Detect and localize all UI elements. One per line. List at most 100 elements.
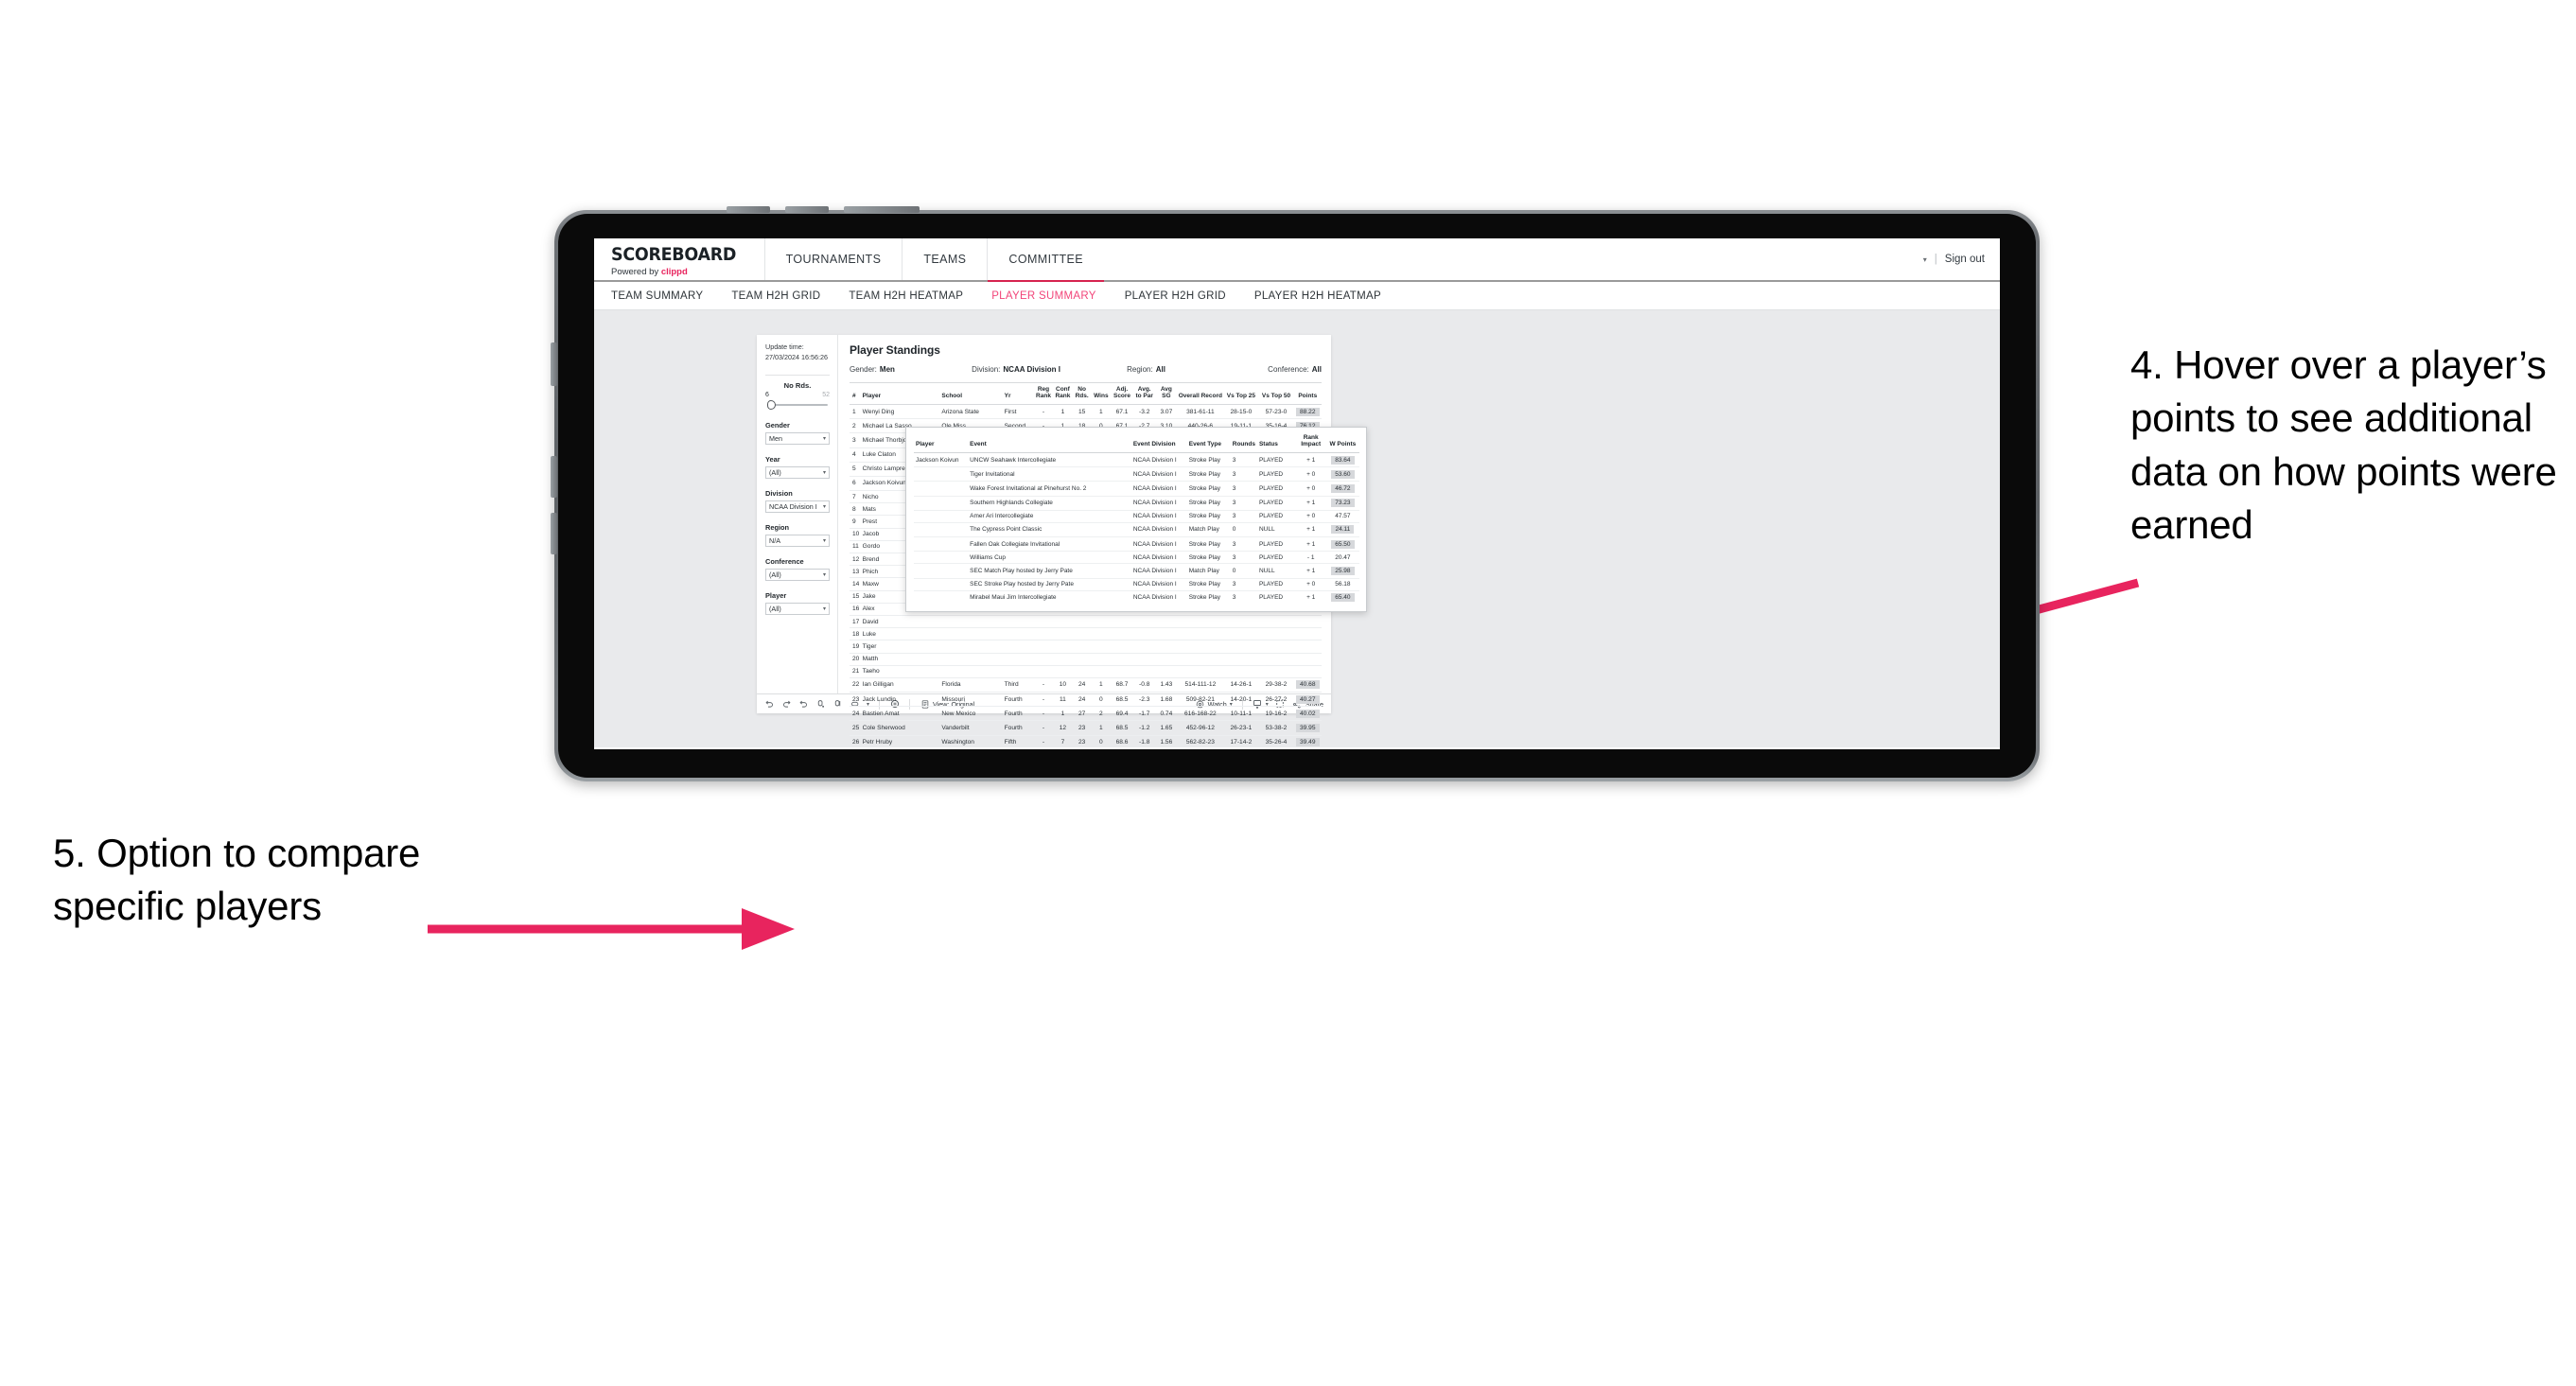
no-rounds-max: 52: [822, 391, 830, 398]
brand-logo[interactable]: SCOREBOARD Powered by clippd: [594, 238, 764, 280]
tt-col-rank-impact: Rank Impact: [1295, 433, 1326, 453]
col-avg-to-par[interactable]: Avg. to Par: [1133, 383, 1156, 405]
points-value[interactable]: 40.02: [1296, 709, 1320, 718]
table-row[interactable]: 21 Taeho: [850, 665, 1322, 678]
sign-out-link[interactable]: Sign out: [1945, 254, 1985, 265]
undo-icon[interactable]: [764, 699, 775, 710]
table-row[interactable]: 1 Wenyi Ding Arizona State First -1 15 1 67.1 -3…: [850, 404, 1322, 420]
table-row[interactable]: 24 Bastien Amat New Mexico Fourth -1 27 2 69.4-…: [850, 706, 1322, 722]
points-value[interactable]: 40.68: [1296, 680, 1320, 690]
filter-division-select[interactable]: NCAA Division I ▾: [765, 500, 830, 513]
points-value[interactable]: 88.22: [1296, 407, 1320, 416]
cell-t50: [1258, 615, 1294, 629]
tab-team-summary[interactable]: TEAM SUMMARY: [611, 290, 703, 302]
table-row[interactable]: 22 Ian Gilligan Florida Third -10 24 1 68.7 -0.8…: [850, 677, 1322, 693]
cell-rds: 24: [1072, 677, 1092, 693]
points-value[interactable]: 40.27: [1296, 694, 1320, 704]
table-row[interactable]: 20 Matth: [850, 653, 1322, 666]
tooltip-cell-status: NULL: [1256, 563, 1296, 579]
col-adj-score[interactable]: Adj. Score: [1111, 383, 1134, 405]
filter-player-select[interactable]: (All) ▾: [765, 602, 830, 615]
clippd-label: clippd: [660, 266, 688, 277]
cell-sg: 3.07: [1155, 404, 1178, 420]
col-wins[interactable]: Wins: [1091, 383, 1111, 405]
tooltip-table-body: Jackson Koivun UNCW Seahawk Intercollegia…: [914, 452, 1359, 605]
filter-gender-select[interactable]: Men ▾: [765, 431, 830, 445]
cell-rec: [1177, 653, 1224, 666]
refresh-icon[interactable]: [815, 699, 826, 710]
tab-team-h2h-heatmap[interactable]: TEAM H2H HEATMAP: [849, 290, 963, 302]
tab-player-h2h-heatmap[interactable]: PLAYER H2H HEATMAP: [1254, 290, 1381, 302]
pause-icon[interactable]: [832, 699, 843, 710]
cell-player: Cole Sherwood: [861, 720, 941, 736]
col-vs-top-50[interactable]: Vs Top 50: [1258, 383, 1294, 405]
cell-player: Wenyi Ding: [861, 404, 941, 420]
cell-yr: [1003, 653, 1034, 666]
tooltip-cell-event: UNCW Seahawk Intercollegiate: [968, 452, 1131, 468]
sub-navigation: TEAM SUMMARY TEAM H2H GRID TEAM H2H HEAT…: [594, 282, 2000, 310]
cell-n: 25: [850, 720, 862, 736]
tab-team-h2h-grid[interactable]: TEAM H2H GRID: [731, 290, 820, 302]
no-rounds-slider[interactable]: [765, 399, 830, 410]
cell-t25: 14-26-1: [1223, 677, 1259, 693]
col-reg-rank[interactable]: Reg Rank: [1033, 383, 1054, 405]
filter-conference-select[interactable]: (All) ▾: [765, 568, 830, 581]
tooltip-cell-status: PLAYED: [1256, 510, 1296, 523]
table-row[interactable]: 17 David: [850, 615, 1322, 629]
tooltip-row: Williams Cup NCAA Division I Stroke Play 3 P…: [914, 551, 1359, 565]
cell-pts: [1293, 665, 1322, 678]
tooltip-cell-w-points: 83.64: [1325, 452, 1359, 468]
tooltip-cell-division: NCAA Division I: [1130, 510, 1187, 523]
cell-reg: -: [1033, 706, 1054, 722]
tooltip-cell-rounds: 0: [1230, 563, 1257, 579]
filter-year-select[interactable]: (All) ▾: [765, 465, 830, 479]
nav-item-tournaments[interactable]: TOURNAMENTS: [763, 238, 902, 280]
table-row[interactable]: 19 Tiger: [850, 640, 1322, 654]
tooltip-cell-w-points: 47.57: [1325, 510, 1359, 523]
cell-rec: 562-82-23: [1177, 735, 1224, 749]
cell-t50: 53-38-2: [1258, 720, 1294, 736]
col-yr[interactable]: Yr: [1003, 383, 1034, 405]
filter-year: Year (All) ▾: [765, 455, 830, 479]
filter-region-select[interactable]: N/A ▾: [765, 534, 830, 547]
col-points[interactable]: Points: [1293, 383, 1322, 405]
nav-item-committee[interactable]: COMMITTEE: [987, 238, 1104, 282]
tooltip-cell-event: Southern Highlands Collegiate: [968, 496, 1131, 511]
cell-n: 12: [850, 553, 862, 567]
slider-handle[interactable]: [767, 399, 776, 410]
col-player[interactable]: Player: [861, 383, 941, 405]
tt-col-w-points: W Points: [1325, 433, 1359, 453]
points-value[interactable]: 39.49: [1296, 738, 1320, 747]
filter-player: Player (All) ▾: [765, 591, 830, 615]
col-vs-top-25[interactable]: Vs Top 25: [1223, 383, 1259, 405]
col-school[interactable]: School: [940, 383, 1004, 405]
col-avg-sg[interactable]: Avg SG: [1155, 383, 1178, 405]
player-points-tooltip: Player Event Event Division Event Type R…: [905, 427, 1367, 612]
col-rank[interactable]: #: [850, 383, 862, 405]
tooltip-row: Southern Highlands Collegiate NCAA Divisi…: [914, 496, 1359, 511]
revert-icon[interactable]: [798, 699, 809, 710]
tab-player-h2h-grid[interactable]: PLAYER H2H GRID: [1125, 290, 1226, 302]
nav-item-teams[interactable]: TEAMS: [902, 238, 987, 280]
cell-n: 17: [850, 615, 862, 629]
table-row[interactable]: 26 Petr Hruby Washington Fifth -7 23 0 68.6 -1.8…: [850, 735, 1322, 749]
col-overall-record[interactable]: Overall Record: [1177, 383, 1224, 405]
col-conf-rank[interactable]: Conf Rank: [1053, 383, 1073, 405]
table-row[interactable]: 18 Luke: [850, 627, 1322, 641]
cell-adj: 68.7: [1111, 677, 1134, 693]
col-no-rds[interactable]: No Rds.: [1072, 383, 1092, 405]
filter-conference-label: Conference: [765, 556, 804, 566]
points-value[interactable]: 39.95: [1296, 724, 1320, 733]
filter-gender-value: Men: [769, 433, 782, 443]
tab-player-summary[interactable]: PLAYER SUMMARY: [991, 290, 1096, 302]
tooltip-points-value: 25.98: [1331, 567, 1355, 576]
tooltip-cell-type: Stroke Play: [1186, 496, 1231, 511]
chevron-down-icon[interactable]: ▾: [1923, 255, 1927, 264]
cell-school: [940, 640, 1004, 654]
chevron-down-icon: ▾: [822, 605, 826, 612]
redo-icon[interactable]: [781, 699, 792, 710]
meta-conference: Conference: All: [1268, 365, 1322, 374]
no-rounds-min: 6: [765, 391, 769, 398]
table-row[interactable]: 23 Jack Lundin Missouri Fourth -11 24 0 68.5 -2.…: [850, 692, 1322, 708]
table-row[interactable]: 25 Cole Sherwood Vanderbilt Fourth -12 23 1 68.…: [850, 720, 1322, 736]
